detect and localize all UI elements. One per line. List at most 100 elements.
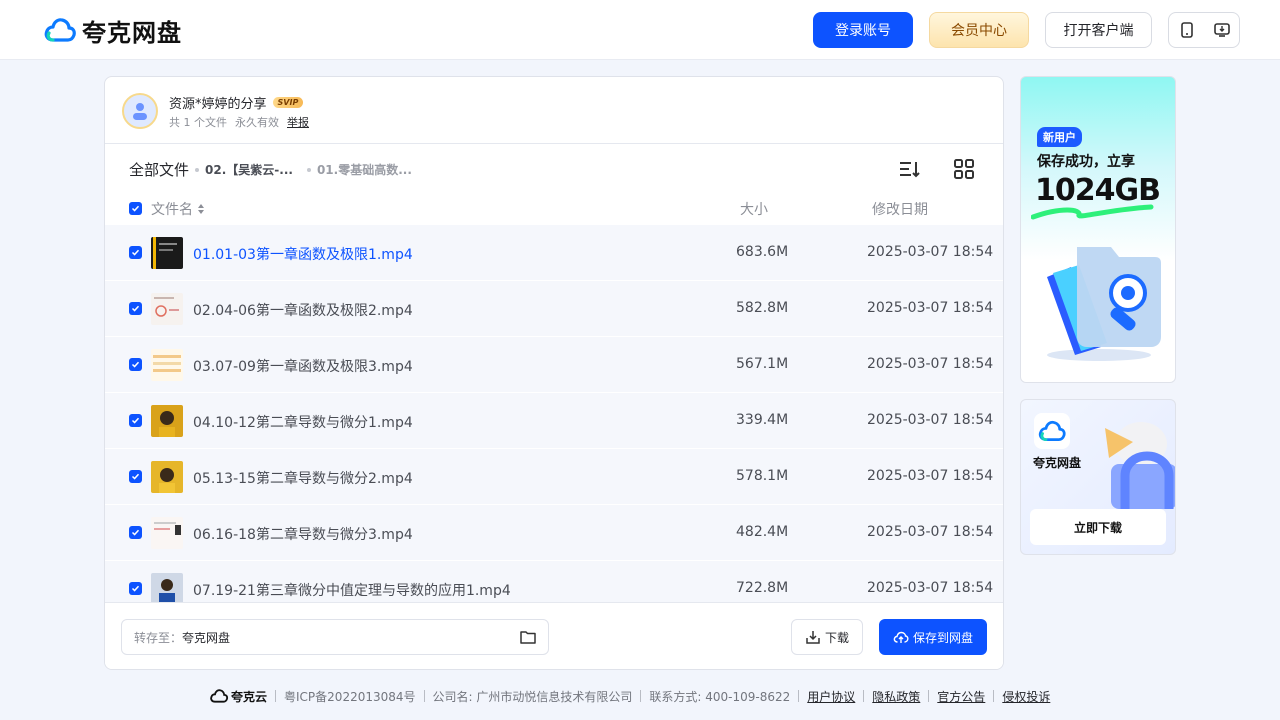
- app-name: 夸克网盘: [1033, 456, 1082, 470]
- video-thumbnail: [151, 573, 183, 602]
- table-row[interactable]: 05.13-15第二章导数与微分2.mp4 578.1M 2025-03-07 18…: [105, 449, 1003, 505]
- sort-arrows-icon: [198, 204, 204, 214]
- save-to-drive-button[interactable]: 保存到网盘: [879, 619, 987, 655]
- infringement-link[interactable]: 侵权投诉: [1002, 688, 1050, 705]
- share-owner: 资源*婷婷的分享 SVIP: [169, 93, 304, 112]
- file-size: 582.8M: [736, 300, 789, 316]
- file-name[interactable]: 02.04-06第一章函数及极限2.mp4: [193, 300, 413, 320]
- row-checkbox[interactable]: [129, 358, 142, 371]
- file-size: 683.6M: [736, 244, 789, 260]
- check-icon: [131, 305, 140, 312]
- sort-icon[interactable]: [897, 157, 921, 181]
- new-user-badge: 新用户: [1037, 127, 1082, 147]
- share-header: 资源*婷婷的分享 SVIP 共 1 个文件 永久有效 举报: [105, 77, 1003, 144]
- video-thumbnail: [151, 293, 183, 325]
- footer-separator: [928, 690, 930, 702]
- folder-icon[interactable]: [519, 628, 537, 646]
- breadcrumb-root[interactable]: 全部文件: [129, 159, 189, 180]
- table-row[interactable]: 01.01-03第一章函数及极限1.mp4 683.6M 2025-03-07 18…: [105, 225, 1003, 281]
- table-row[interactable]: 06.16-18第二章导数与微分3.mp4 482.4M 2025-03-07 18…: [105, 505, 1003, 561]
- check-icon: [131, 249, 140, 256]
- logo-text: 夸克网盘: [82, 18, 182, 47]
- column-date: 修改日期: [872, 202, 928, 218]
- avatar: [122, 93, 158, 129]
- save-label: 保存到网盘: [912, 630, 973, 645]
- file-name[interactable]: 05.13-15第二章导数与微分2.mp4: [193, 468, 413, 488]
- table-row[interactable]: 07.19-21第三章微分中值定理与导数的应用1.mp4 722.8M 2025-0…: [105, 561, 1003, 602]
- table-row[interactable]: 03.07-09第一章函数及极限3.mp4 567.1M 2025-03-07 18…: [105, 337, 1003, 393]
- announcement-link[interactable]: 官方公告: [937, 688, 985, 705]
- page-footer: 夸克云 粤ICP备2022013084号 公司名: 广州市动悦信息技术有限公司 …: [209, 686, 1050, 706]
- file-name[interactable]: 03.07-09第一章函数及极限3.mp4: [193, 356, 413, 376]
- new-user-promo[interactable]: 新用户 保存成功，立享 1024GB: [1020, 76, 1176, 383]
- file-list: 01.01-03第一章函数及极限1.mp4 683.6M 2025-03-07 18…: [105, 225, 1003, 602]
- column-size: 大小: [740, 202, 768, 218]
- grid-view-icon[interactable]: [952, 157, 976, 181]
- file-name[interactable]: 01.01-03第一章函数及极限1.mp4: [193, 244, 413, 264]
- table-row[interactable]: 04.10-12第二章导数与微分1.mp4 339.4M 2025-03-07 18…: [105, 393, 1003, 449]
- footer-separator: [423, 690, 425, 702]
- privacy-policy-link[interactable]: 隐私政策: [872, 688, 920, 705]
- breadcrumb-item[interactable]: 02.【吴紫云-...: [205, 161, 293, 178]
- app-logo: [1034, 413, 1070, 449]
- row-checkbox[interactable]: [129, 414, 142, 427]
- column-name[interactable]: 文件名: [151, 199, 205, 219]
- cloud-logo-icon: [1038, 420, 1066, 441]
- save-to-field[interactable]: 转存至： 夸克网盘: [121, 619, 549, 655]
- select-all-checkbox[interactable]: [129, 202, 142, 215]
- check-icon: [131, 585, 140, 592]
- company-name: 公司名: 广州市动悦信息技术有限公司: [432, 689, 633, 704]
- vip-center-button[interactable]: 会员中心: [929, 12, 1029, 48]
- open-client-button[interactable]: 打开客户端: [1045, 12, 1152, 48]
- file-size: 482.4M: [736, 524, 789, 540]
- icp-number: 粤ICP备2022013084号: [284, 689, 416, 704]
- mobile-icon[interactable]: [1169, 13, 1204, 47]
- desktop-icon[interactable]: [1204, 13, 1239, 47]
- action-bar: 转存至： 夸克网盘 下载 保存到网盘: [105, 602, 1003, 669]
- app-download-promo[interactable]: 夸克网盘 立即下载: [1020, 399, 1176, 555]
- breadcrumb: 全部文件 02.【吴紫云-... 01.零基础高数...: [129, 159, 412, 180]
- quark-logo[interactable]: 夸克网盘: [44, 14, 182, 47]
- login-button[interactable]: 登录账号: [813, 12, 913, 48]
- breadcrumb-separator: [306, 167, 311, 172]
- file-date: 2025-03-07 18:54: [867, 468, 994, 484]
- file-name[interactable]: 04.10-12第二章导数与微分1.mp4: [193, 412, 413, 432]
- column-name-label: 文件名: [151, 202, 193, 218]
- row-checkbox[interactable]: [129, 302, 142, 315]
- file-date: 2025-03-07 18:54: [867, 580, 994, 596]
- row-checkbox[interactable]: [129, 470, 142, 483]
- row-checkbox[interactable]: [129, 582, 142, 595]
- download-now-button[interactable]: 立即下载: [1030, 509, 1166, 545]
- folder-illustration-icon: [1047, 247, 1161, 361]
- top-header: 夸克网盘 登录账号 会员中心 打开客户端: [0, 0, 1280, 60]
- share-card: 资源*婷婷的分享 SVIP 共 1 个文件 永久有效 举报 全部文件 02.【吴…: [104, 76, 1004, 670]
- download-button[interactable]: 下载: [791, 619, 863, 655]
- table-row[interactable]: 02.04-06第一章函数及极限2.mp4 582.8M 2025-03-07 18…: [105, 281, 1003, 337]
- table-header: 文件名 大小 修改日期: [105, 195, 1003, 223]
- video-thumbnail: [151, 405, 183, 437]
- download-label: 下载: [824, 630, 849, 645]
- row-checkbox[interactable]: [129, 526, 142, 539]
- file-name[interactable]: 07.19-21第三章微分中值定理与导数的应用1.mp4: [193, 580, 511, 600]
- row-checkbox[interactable]: [129, 246, 142, 259]
- file-size: 578.1M: [736, 468, 789, 484]
- footer-separator: [993, 690, 995, 702]
- file-size: 339.4M: [736, 412, 789, 428]
- share-meta: 共 1 个文件 永久有效 举报: [169, 114, 309, 130]
- file-size: 722.8M: [736, 580, 789, 596]
- file-name[interactable]: 06.16-18第二章导数与微分3.mp4: [193, 524, 413, 544]
- video-thumbnail: [151, 237, 183, 269]
- breadcrumb-item-current: 01.零基础高数...: [316, 163, 412, 177]
- file-date: 2025-03-07 18:54: [867, 300, 994, 316]
- download-icon: [806, 631, 820, 644]
- file-date: 2025-03-07 18:54: [867, 356, 994, 372]
- device-buttons: [1168, 12, 1240, 48]
- footer-separator: [640, 690, 642, 702]
- check-icon: [131, 205, 140, 212]
- report-link[interactable]: 举报: [287, 114, 309, 130]
- footer-separator: [798, 690, 800, 702]
- promo-text: 保存成功，立享: [1037, 154, 1135, 170]
- cloud-logo-icon: [44, 18, 76, 42]
- contact-info: 联系方式: 400-109-8622: [649, 689, 791, 704]
- user-agreement-link[interactable]: 用户协议: [807, 688, 855, 705]
